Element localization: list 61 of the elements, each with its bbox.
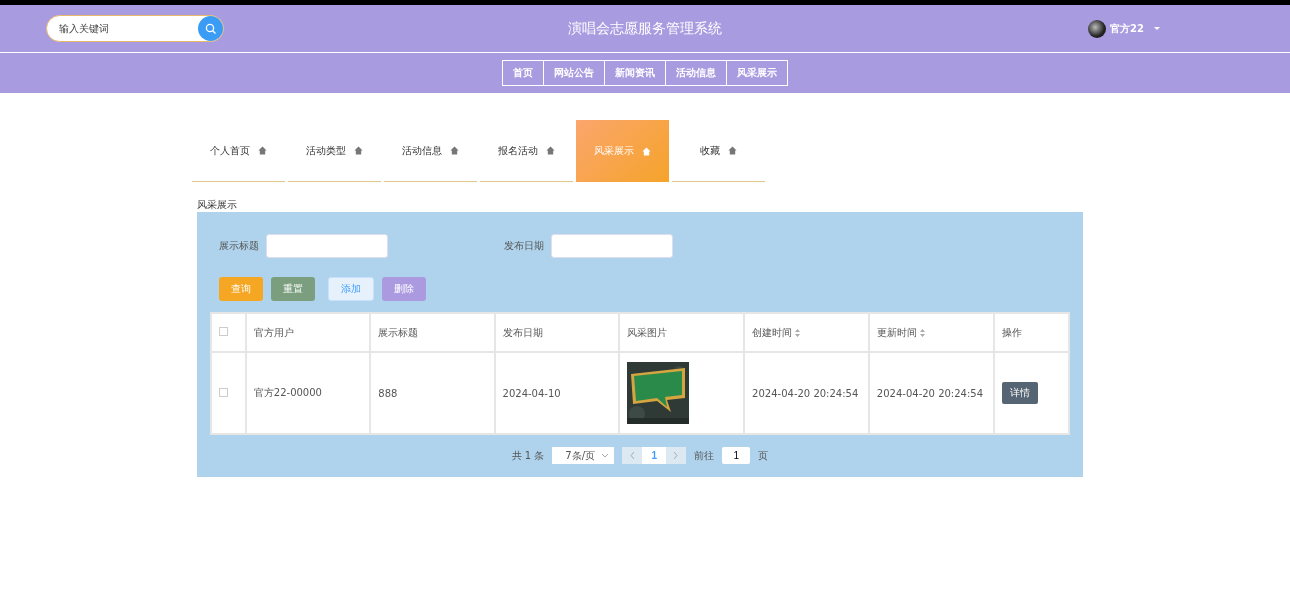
table-cell: 2024-04-10 <box>502 387 561 399</box>
search-button[interactable] <box>198 16 223 41</box>
tab[interactable]: 活动类型 <box>288 120 381 182</box>
filter-label: 展示标题 <box>219 239 259 253</box>
checkbox[interactable] <box>219 387 228 397</box>
column-header[interactable]: 创建时间 <box>752 326 793 338</box>
user-name[interactable]: 官方22 <box>1110 21 1144 36</box>
column-header: 展示标题 <box>378 326 419 338</box>
query-button[interactable]: 查询 <box>219 277 263 301</box>
table-cell: 888 <box>378 387 398 399</box>
next-page-button[interactable] <box>666 447 687 464</box>
search-bar[interactable]: 输入关键词 <box>46 15 224 42</box>
input-field[interactable] <box>551 234 673 258</box>
checkbox[interactable] <box>219 327 228 336</box>
table-cell: 官方22-00000 <box>253 387 322 398</box>
column-header: 操作 <box>1001 326 1022 338</box>
page-suffix: 页 <box>758 448 769 463</box>
home-icon <box>450 146 459 155</box>
goto-label: 前往 <box>694 448 715 463</box>
table-cell: 2024-04-20 20:24:54 <box>752 387 859 399</box>
tab[interactable]: 风采展示 <box>576 120 669 182</box>
reset-button[interactable]: 重置 <box>271 277 315 301</box>
caret-icon[interactable] <box>1154 26 1160 31</box>
page-input[interactable]: 1 <box>722 447 751 464</box>
table-cell: 2024-04-20 20:24:54 <box>876 387 984 399</box>
home-icon <box>258 146 267 155</box>
nav-link[interactable]: 首页 <box>501 60 544 86</box>
page-number[interactable]: 1 <box>642 447 667 464</box>
delete-button[interactable]: 删除 <box>382 277 426 301</box>
page-size-select[interactable]: 7条/页 <box>552 447 615 464</box>
app-title: 演唱会志愿服务管理系统 <box>568 19 722 36</box>
tab[interactable]: 活动信息 <box>384 120 477 182</box>
section-title: 风采展示 <box>197 199 237 210</box>
sort-icon[interactable] <box>919 328 925 337</box>
column-header: 发布日期 <box>502 326 543 338</box>
chevron-down-icon <box>602 453 609 458</box>
column-header: 官方用户 <box>253 326 294 338</box>
chevron-right-icon <box>674 452 679 459</box>
search-icon <box>204 22 217 35</box>
tab[interactable]: 收藏 <box>672 120 765 182</box>
nav-link[interactable]: 风采展示 <box>725 60 788 86</box>
tab[interactable]: 个人首页 <box>192 120 285 182</box>
home-icon <box>546 146 555 155</box>
total-count: 共 1 条 <box>511 448 545 463</box>
home-icon <box>354 146 363 155</box>
column-header[interactable]: 更新时间 <box>876 326 917 338</box>
previous-page-button[interactable] <box>622 447 643 464</box>
tab[interactable]: 报名活动 <box>480 120 573 182</box>
chevron-left-icon <box>630 452 635 459</box>
nav-link[interactable]: 新闻资讯 <box>603 60 666 86</box>
filter-label: 发布日期 <box>504 239 544 253</box>
home-icon <box>728 146 737 155</box>
nav-link[interactable]: 活动信息 <box>664 60 727 86</box>
user-avatar[interactable] <box>1088 19 1107 38</box>
sort-icon[interactable] <box>795 328 801 337</box>
add-button[interactable]: 添加 <box>328 277 374 301</box>
home-icon <box>642 146 651 156</box>
column-header: 风采图片 <box>627 326 667 338</box>
details-button[interactable]: 详情 <box>1001 382 1038 404</box>
input-field[interactable] <box>266 234 388 258</box>
nav-link[interactable]: 网站公告 <box>542 60 605 86</box>
